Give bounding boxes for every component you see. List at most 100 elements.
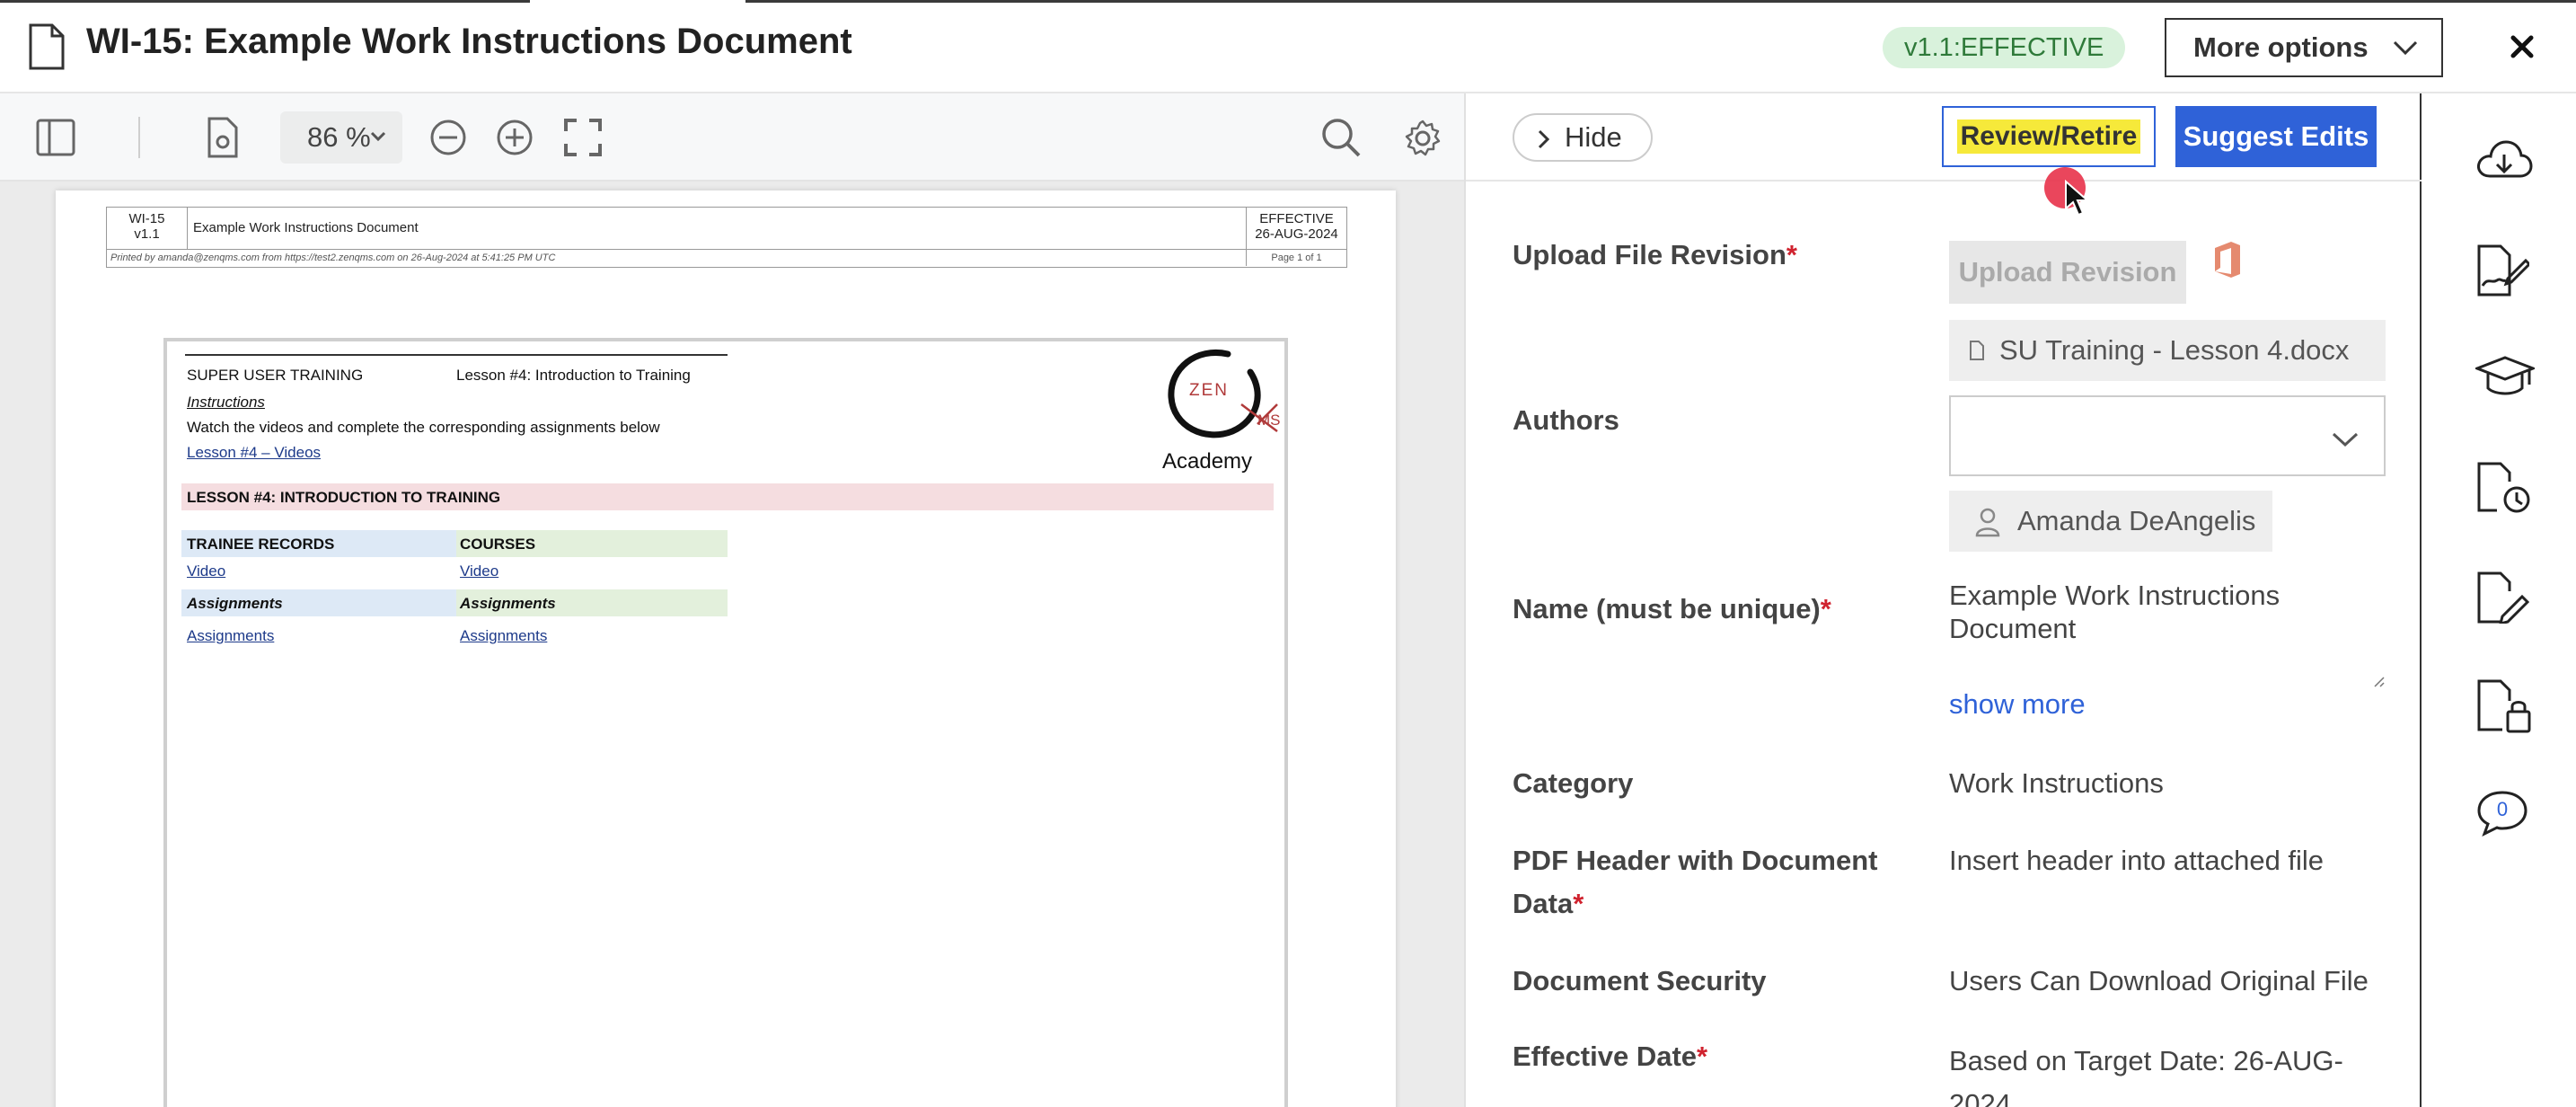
- pdf-header-label-line1: PDF Header with Document: [1513, 845, 1878, 876]
- instructions-text: Watch the videos and complete the corres…: [187, 419, 660, 436]
- viewer-toolbar: 86 %: [0, 93, 1464, 182]
- upload-revision-label: Upload File Revision*: [1513, 234, 1797, 277]
- resize-handle-icon[interactable]: [2371, 674, 2386, 688]
- user-icon: [1975, 508, 2000, 537]
- upload-revision-label-text: Upload File Revision: [1513, 239, 1786, 270]
- effective-date-label-text: Effective Date: [1513, 1041, 1698, 1072]
- sign-document-icon[interactable]: [2475, 244, 2529, 297]
- required-marker: *: [1573, 888, 1584, 919]
- file-name: SU Training - Lesson 4.docx: [1999, 334, 2350, 366]
- fullscreen-icon[interactable]: [564, 119, 602, 156]
- col1-video-link[interactable]: Video: [187, 562, 225, 580]
- pdf-header-version: v1.1: [134, 226, 160, 242]
- required-marker: *: [1697, 1041, 1708, 1072]
- required-marker: *: [1820, 593, 1831, 624]
- zoom-out-icon[interactable]: [429, 119, 467, 156]
- videos-link[interactable]: Lesson #4 – Videos: [187, 444, 321, 462]
- embedded-document: SUPER USER TRAINING Lesson #4: Introduct…: [163, 338, 1288, 1107]
- file-icon: [1970, 341, 1984, 360]
- more-options-label: More options: [2193, 31, 2369, 63]
- col2-assign-link[interactable]: Assignments: [460, 627, 547, 645]
- close-icon[interactable]: [2504, 29, 2540, 65]
- logo-qms-text: MS: [1257, 412, 1281, 429]
- pdf-header-value: Insert header into attached file: [1949, 845, 2325, 876]
- document-viewer[interactable]: WI-15 v1.1 Example Work Instructions Doc…: [0, 182, 1464, 1107]
- col2-header: COURSES: [460, 536, 536, 553]
- category-value: Work Instructions: [1949, 767, 2164, 799]
- category-label: Category: [1513, 767, 1634, 799]
- effective-date-value: Based on Target Date: 26-AUG- 2024: [1949, 1040, 2343, 1107]
- pdf-printed-line: Printed by amanda@zenqms.com from https:…: [106, 250, 1347, 268]
- col1-assign-link[interactable]: Assignments: [187, 627, 274, 645]
- chevron-down-icon: [370, 131, 386, 142]
- panel-toolbar: Hide Review/Retire Suggest Edits: [1466, 93, 2423, 217]
- zoom-select[interactable]: 86 %: [280, 111, 402, 164]
- suggest-edits-button[interactable]: Suggest Edits: [2175, 106, 2377, 167]
- chevron-down-icon: [2332, 432, 2359, 447]
- upload-revision-button[interactable]: Upload Revision: [1949, 241, 2186, 304]
- hide-label: Hide: [1565, 121, 1622, 153]
- document-icon: [29, 23, 65, 70]
- page-number: Page 1 of 1: [1246, 250, 1346, 266]
- title-rule: [185, 354, 728, 356]
- pdf-header-title: Example Work Instructions Document: [193, 220, 419, 235]
- search-icon[interactable]: [1320, 117, 1362, 158]
- document-history-icon[interactable]: [2475, 462, 2533, 514]
- author-chip[interactable]: Amanda DeAngelis: [1949, 491, 2272, 552]
- printed-by-text: Printed by amanda@zenqms.com from https:…: [110, 252, 556, 263]
- loading-bar-right: [745, 0, 2576, 3]
- status-badge: v1.1:EFFECTIVE: [1883, 27, 2126, 68]
- authors-label: Authors: [1513, 404, 1619, 436]
- hide-button[interactable]: Hide: [1513, 113, 1653, 162]
- pdf-header-label: PDF Header with Document Data*: [1513, 839, 1878, 925]
- gear-icon[interactable]: [1403, 119, 1442, 158]
- edit-document-icon[interactable]: [2475, 571, 2529, 624]
- pdf-document-header: WI-15 v1.1 Example Work Instructions Doc…: [106, 207, 1347, 250]
- zoom-in-icon[interactable]: [496, 119, 534, 156]
- pdf-header-id: WI-15: [128, 211, 165, 226]
- sidebar-toggle-icon[interactable]: [36, 119, 75, 156]
- review-retire-button[interactable]: Review/Retire: [1942, 106, 2156, 167]
- col2-video-link[interactable]: Video: [460, 562, 498, 580]
- effective-date-line2: 2024: [1949, 1088, 2011, 1107]
- document-settings-icon[interactable]: [207, 117, 239, 158]
- zoom-level: 86 %: [307, 121, 371, 153]
- col1-header: TRAINEE RECORDS: [187, 536, 335, 553]
- document-security-value: Users Can Download Original File: [1949, 965, 2369, 996]
- required-marker: *: [1786, 239, 1797, 270]
- show-more-link[interactable]: show more: [1949, 688, 2086, 721]
- top-header: WI-15: Example Work Instructions Documen…: [0, 0, 2576, 93]
- name-textarea[interactable]: Example Work Instructions Document: [1949, 579, 2386, 692]
- course-label: SUPER USER TRAINING: [187, 367, 364, 384]
- authors-select[interactable]: [1949, 395, 2386, 476]
- effective-date-label: Effective Date*: [1513, 1035, 1707, 1078]
- office-icon[interactable]: [2211, 239, 2244, 280]
- pdf-header-id-cell: WI-15 v1.1: [107, 208, 188, 249]
- document-security-label: Document Security: [1513, 965, 1767, 996]
- logo-zen-text: ZEN: [1189, 381, 1229, 400]
- col2-assign-header: Assignments: [460, 595, 556, 612]
- name-label: Name (must be unique)*: [1513, 588, 1831, 631]
- more-options-button[interactable]: More options: [2165, 18, 2443, 77]
- author-name: Amanda DeAngelis: [2017, 505, 2256, 536]
- training-cap-icon[interactable]: [2475, 354, 2535, 401]
- cloud-download-icon[interactable]: [2475, 137, 2533, 185]
- mouse-cursor-icon: [2065, 180, 2089, 217]
- page-title: WI-15: Example Work Instructions Documen…: [86, 22, 852, 61]
- effective-date-line1: Based on Target Date: 26-AUG-: [1949, 1045, 2343, 1076]
- section-banner: LESSON #4: INTRODUCTION TO TRAINING: [187, 489, 501, 506]
- pdf-header-date: 26-AUG-2024: [1255, 226, 1338, 242]
- locked-document-icon[interactable]: [2475, 679, 2533, 733]
- logo-academy-text: Academy: [1162, 449, 1253, 474]
- attached-file-chip[interactable]: SU Training - Lesson 4.docx: [1949, 320, 2386, 381]
- instructions-heading: Instructions: [187, 394, 265, 411]
- comments-count: 0: [2496, 798, 2509, 820]
- pdf-header-status: EFFECTIVE: [1259, 211, 1334, 226]
- pdf-header-label-line2: Data: [1513, 888, 1574, 919]
- chevron-right-icon: [1538, 129, 1550, 149]
- comments-button[interactable]: 0: [2475, 789, 2529, 837]
- document-details-panel: Hide Review/Retire Suggest Edits Upload …: [1464, 93, 2443, 1107]
- chevron-down-icon: [2393, 40, 2418, 56]
- lesson-label: Lesson #4: Introduction to Training: [456, 367, 691, 384]
- pdf-header-status-cell: EFFECTIVE 26-AUG-2024: [1246, 208, 1346, 249]
